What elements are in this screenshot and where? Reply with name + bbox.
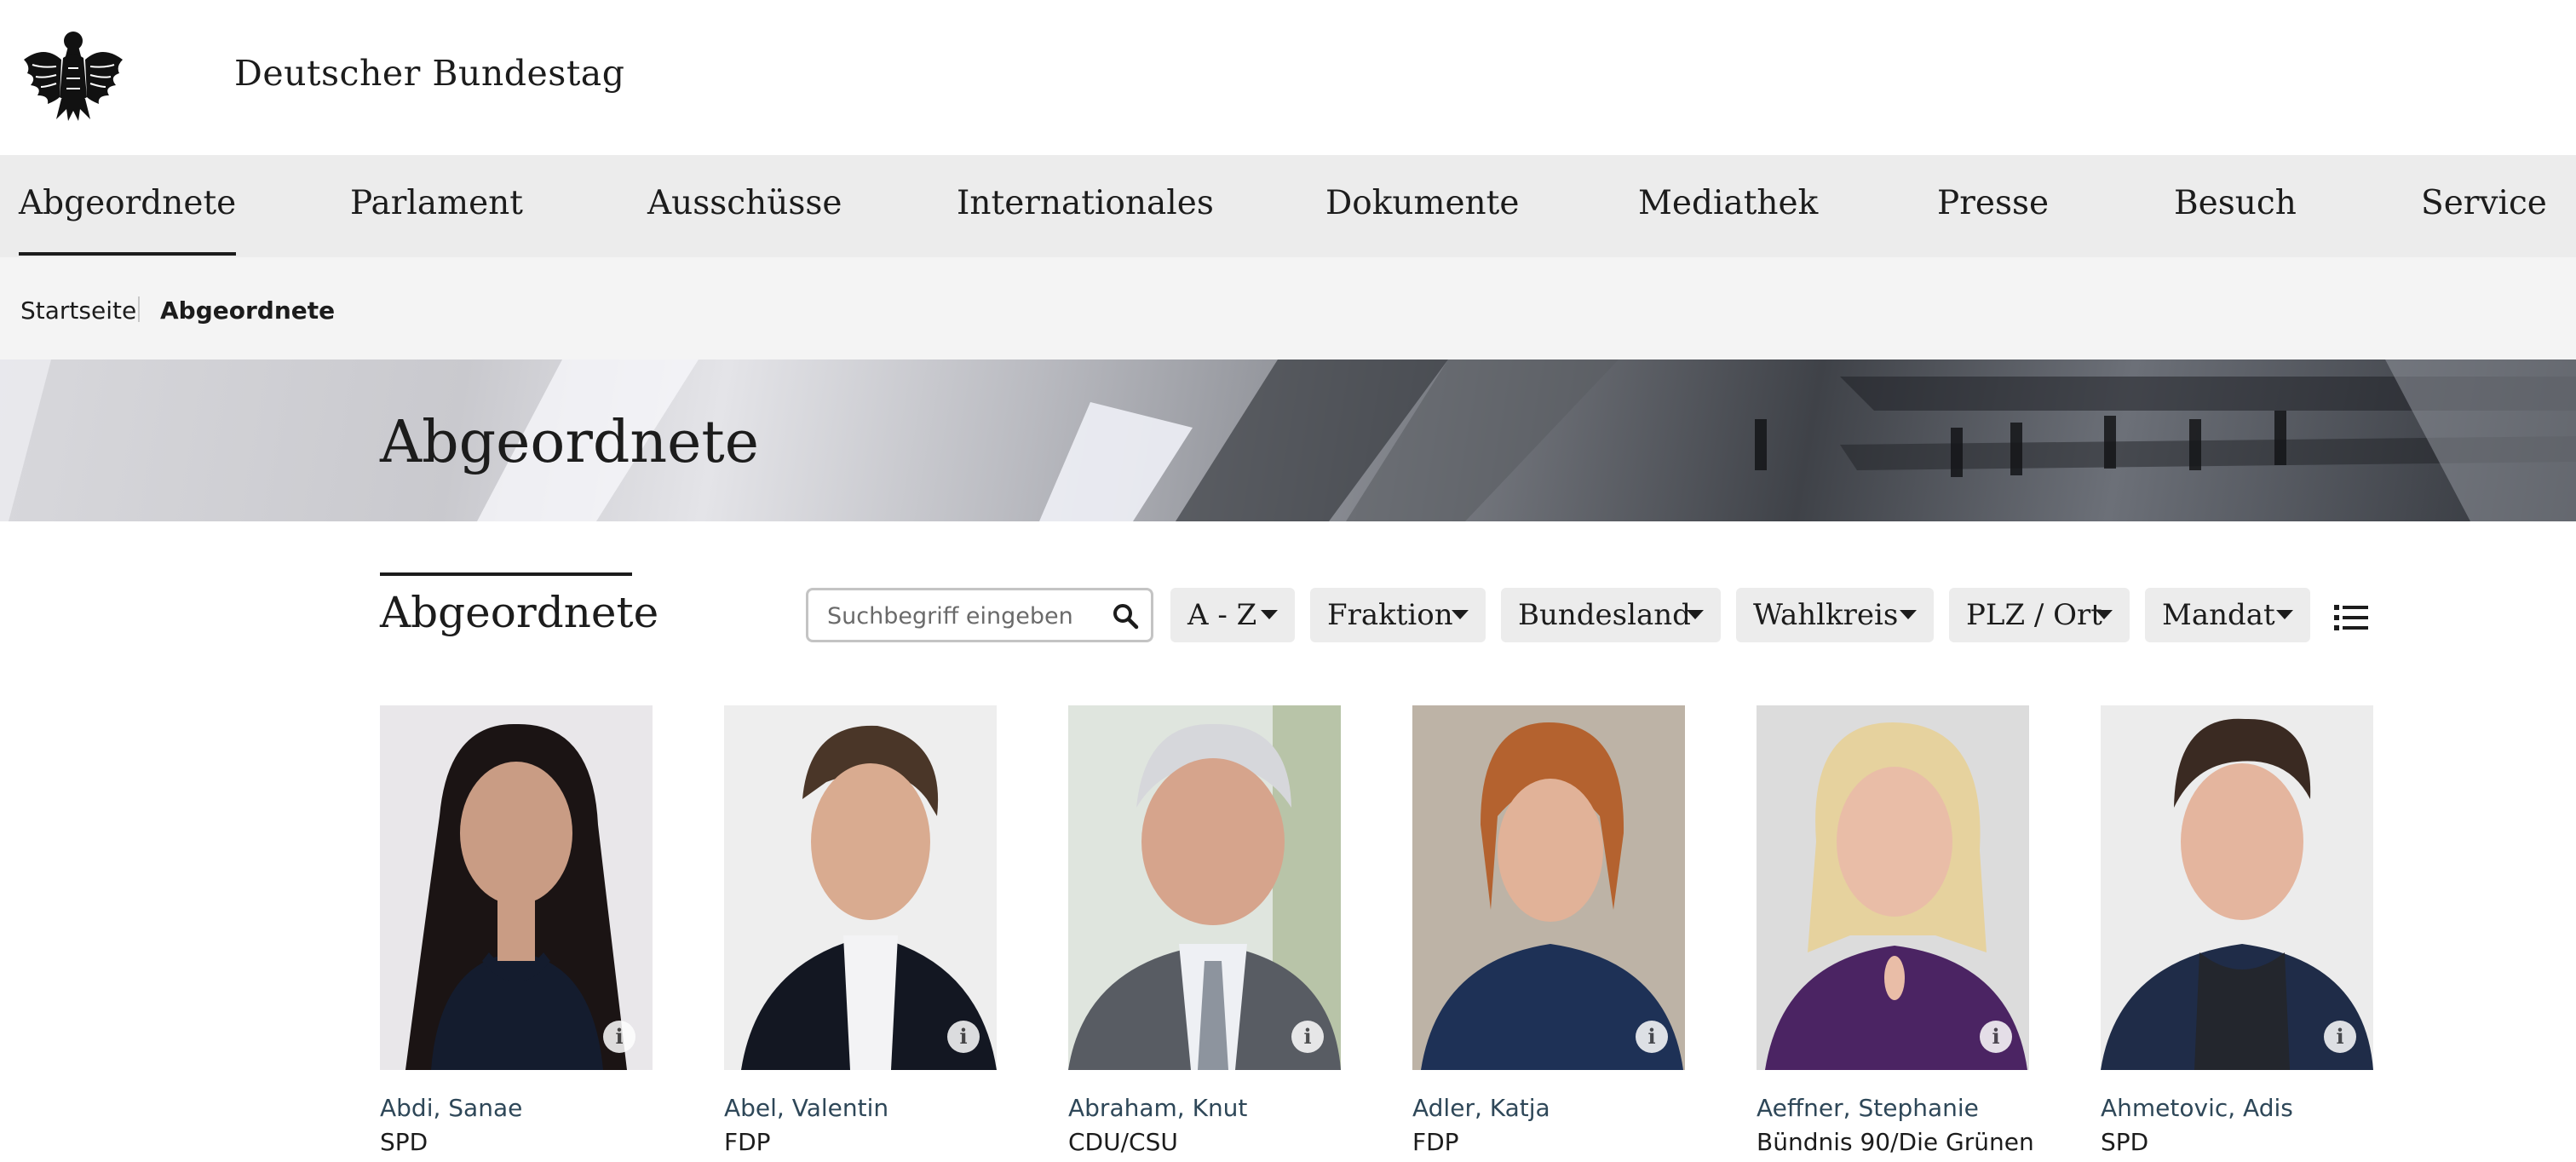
breadcrumb-current: Abgeordnete xyxy=(160,296,336,325)
main-navigation: Abgeordnete Parlament Ausschüsse Interna… xyxy=(0,155,2576,257)
filter-a-z-dropdown[interactable]: A - Z xyxy=(1170,588,1295,642)
caret-down-icon xyxy=(1452,610,1469,619)
filter-bundesland-dropdown[interactable]: Bundesland xyxy=(1501,588,1721,642)
search-icon[interactable] xyxy=(1112,602,1139,630)
filter-label: Wahlkreis xyxy=(1753,598,1899,632)
filter-fraktion-dropdown[interactable]: Fraktion xyxy=(1310,588,1486,642)
nav-item-parlament[interactable]: Parlament xyxy=(350,184,523,222)
info-icon[interactable]: i xyxy=(1980,1021,2012,1053)
filter-label: Mandat xyxy=(2162,598,2275,632)
caret-down-icon xyxy=(1687,610,1704,619)
site-header: Deutscher Bundestag xyxy=(0,0,2576,155)
filter-label: Bundesland xyxy=(1518,598,1691,632)
member-party: CDU/CSU xyxy=(1068,1128,1178,1156)
member-name-link[interactable]: Ahmetovic, Adis xyxy=(2101,1094,2293,1122)
nav-item-abgeordnete[interactable]: Abgeordnete xyxy=(19,184,237,256)
member-photo[interactable] xyxy=(1068,705,1341,1070)
filter-label: A - Z xyxy=(1187,598,1257,632)
member-name-link[interactable]: Aeffner, Stephanie xyxy=(1757,1094,1979,1122)
caret-down-icon xyxy=(2276,610,2293,619)
member-photo[interactable] xyxy=(1412,705,1685,1070)
filter-plz-ort-dropdown[interactable]: PLZ / Ort xyxy=(1949,588,2130,642)
hero-title: Abgeordnete xyxy=(380,409,759,476)
bundesadler-eagle-icon[interactable] xyxy=(19,26,128,123)
search-box xyxy=(806,588,1153,642)
nav-item-ausschuesse[interactable]: Ausschüsse xyxy=(647,184,842,222)
filter-label: PLZ / Ort xyxy=(1966,598,2102,632)
nav-item-besuch[interactable]: Besuch xyxy=(2174,184,2297,222)
site-title[interactable]: Deutscher Bundestag xyxy=(234,53,624,94)
nav-item-internationales[interactable]: Internationales xyxy=(957,184,1214,222)
member-party: Bündnis 90/Die Grünen xyxy=(1757,1128,2034,1156)
filter-mandat-dropdown[interactable]: Mandat xyxy=(2145,588,2310,642)
member-party: FDP xyxy=(1412,1128,1459,1156)
member-name-link[interactable]: Abraham, Knut xyxy=(1068,1094,1247,1122)
info-icon[interactable]: i xyxy=(603,1021,635,1053)
info-icon[interactable]: i xyxy=(2324,1021,2356,1053)
caret-down-icon xyxy=(2096,610,2113,619)
info-icon[interactable]: i xyxy=(1636,1021,1668,1053)
filter-label: Fraktion xyxy=(1327,598,1453,632)
nav-item-mediathek[interactable]: Mediathek xyxy=(1638,184,1818,222)
member-party: SPD xyxy=(2101,1128,2149,1156)
member-name-link[interactable]: Adler, Katja xyxy=(1412,1094,1550,1122)
nav-item-service[interactable]: Service xyxy=(2421,184,2547,222)
filter-wahlkreis-dropdown[interactable]: Wahlkreis xyxy=(1736,588,1934,642)
nav-item-presse[interactable]: Presse xyxy=(1937,184,2049,222)
member-photo[interactable] xyxy=(1757,705,2029,1070)
hero-banner: Abgeordnete xyxy=(0,360,2576,521)
member-photo[interactable] xyxy=(724,705,997,1070)
breadcrumb: Startseite Abgeordnete xyxy=(0,257,2576,360)
nav-item-dokumente[interactable]: Dokumente xyxy=(1325,184,1519,222)
member-name-link[interactable]: Abdi, Sanae xyxy=(380,1094,522,1122)
member-party: FDP xyxy=(724,1128,771,1156)
search-input[interactable] xyxy=(827,601,1100,631)
member-name-link[interactable]: Abel, Valentin xyxy=(724,1094,888,1122)
section-title: Abgeordnete xyxy=(380,572,658,637)
caret-down-icon xyxy=(1900,610,1917,619)
info-icon[interactable]: i xyxy=(1291,1021,1324,1053)
breadcrumb-home-link[interactable]: Startseite xyxy=(20,296,136,325)
member-photo[interactable] xyxy=(2101,705,2373,1070)
info-icon[interactable]: i xyxy=(947,1021,980,1053)
list-view-icon[interactable] xyxy=(2334,603,2368,632)
caret-down-icon xyxy=(1261,610,1278,619)
breadcrumb-separator xyxy=(138,296,140,322)
member-party: SPD xyxy=(380,1128,428,1156)
member-photo[interactable] xyxy=(380,705,653,1070)
